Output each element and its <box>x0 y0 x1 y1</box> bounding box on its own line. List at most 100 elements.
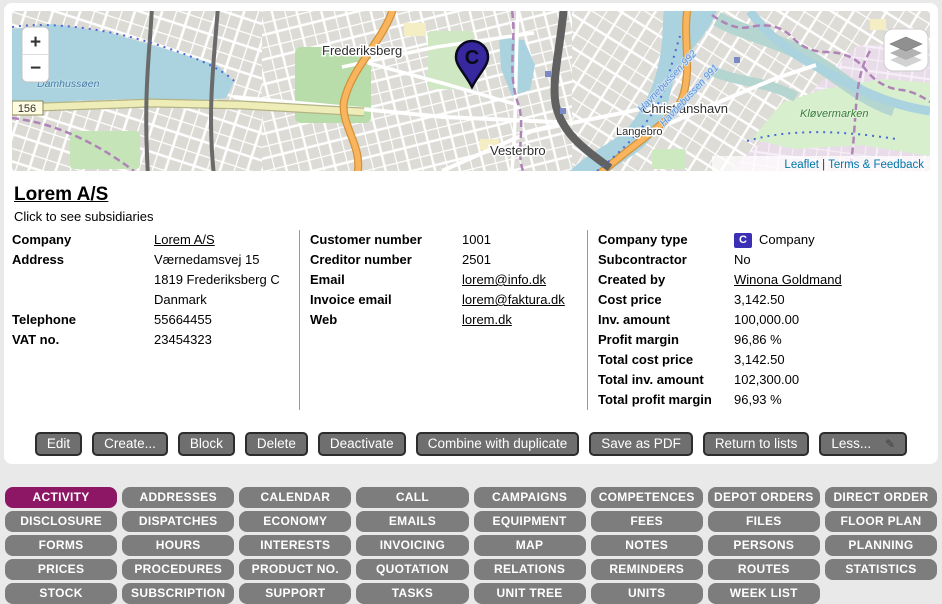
action-button-row: Edit Create... Block Delete Deactivate Combin… <box>12 432 930 456</box>
detail-label: Invoice email <box>310 290 462 310</box>
create-button[interactable]: Create... <box>92 432 168 456</box>
map-marker-letter: C <box>465 47 479 69</box>
tab-campaigns[interactable]: CAMPAIGNS <box>474 487 586 508</box>
page-title[interactable]: Lorem A/S <box>14 184 108 206</box>
detail-value: Winona Goldmand <box>734 270 842 290</box>
company-type-badge: C <box>734 233 752 248</box>
detail-label: Inv. amount <box>598 310 734 330</box>
attribution-separator: | <box>819 159 828 171</box>
map-label-klovermarken: Kløvermarken <box>800 108 868 120</box>
detail-row: Creditor number2501 <box>310 250 587 270</box>
detail-label: Creditor number <box>310 250 462 270</box>
tab-files[interactable]: FILES <box>708 511 820 532</box>
layers-control-button[interactable] <box>884 29 928 71</box>
detail-text: 3,142.50 <box>734 292 785 307</box>
tab-unit-tree[interactable]: UNIT TREE <box>474 583 586 604</box>
detail-label: Web <box>310 310 462 330</box>
address-line: Værnedamsvej 15 <box>154 250 280 270</box>
tab-tasks[interactable]: TASKS <box>356 583 468 604</box>
detail-row: Emaillorem@info.dk <box>310 270 587 290</box>
terms-feedback-link[interactable]: Terms & Feedback <box>828 159 924 171</box>
detail-label: Subcontractor <box>598 250 734 270</box>
tab-disclosure[interactable]: DISCLOSURE <box>5 511 117 532</box>
tab-economy[interactable]: ECONOMY <box>239 511 351 532</box>
tab-notes[interactable]: NOTES <box>591 535 703 556</box>
tab-week-list[interactable]: WEEK LIST <box>708 583 820 604</box>
details-column-3: Company typeCCompanySubcontractorNoCreat… <box>587 230 930 410</box>
detail-value: 96,86 % <box>734 330 782 350</box>
detail-text: 1001 <box>462 232 491 247</box>
tab-routes[interactable]: ROUTES <box>708 559 820 580</box>
action-button-label: Delete <box>257 436 296 451</box>
tab-interests[interactable]: INTERESTS <box>239 535 351 556</box>
tab-direct-order[interactable]: DIRECT ORDER <box>825 487 937 508</box>
tab-forms[interactable]: FORMS <box>5 535 117 556</box>
tab-emails[interactable]: EMAILS <box>356 511 468 532</box>
combine-with-duplicate-button[interactable]: Combine with duplicate <box>416 432 580 456</box>
leaflet-link[interactable]: Leaflet <box>784 159 819 171</box>
tab-quotation[interactable]: QUOTATION <box>356 559 468 580</box>
tab-support[interactable]: SUPPORT <box>239 583 351 604</box>
svg-text:156: 156 <box>18 103 36 115</box>
tab-fees[interactable]: FEES <box>591 511 703 532</box>
tab-reminders[interactable]: REMINDERS <box>591 559 703 580</box>
deactivate-button[interactable]: Deactivate <box>318 432 406 456</box>
map-label-frederiksberg: Frederiksberg <box>322 43 402 58</box>
pencil-icon: ✎ <box>885 437 895 451</box>
tab-depot-orders[interactable]: DEPOT ORDERS <box>708 487 820 508</box>
action-button-label: Deactivate <box>330 436 394 451</box>
svg-text:Leaflet | Terms & Feedback: Leaflet | Terms & Feedback <box>784 159 924 171</box>
detail-label: Cost price <box>598 290 734 310</box>
save-as-pdf-button[interactable]: Save as PDF <box>589 432 693 456</box>
tab-map[interactable]: MAP <box>474 535 586 556</box>
tab-stock[interactable]: STOCK <box>5 583 117 604</box>
zoom-in-button[interactable]: + <box>30 32 41 53</box>
tab-persons[interactable]: PERSONS <box>708 535 820 556</box>
tab-planning[interactable]: PLANNING <box>825 535 937 556</box>
detail-value: Lorem A/S <box>154 230 215 250</box>
tab-invoicing[interactable]: INVOICING <box>356 535 468 556</box>
detail-value: 100,000.00 <box>734 310 799 330</box>
detail-label: Profit margin <box>598 330 734 350</box>
detail-value: lorem@faktura.dk <box>462 290 565 310</box>
tab-units[interactable]: UNITS <box>591 583 703 604</box>
detail-link-email[interactable]: lorem@info.dk <box>462 272 546 287</box>
tab-relations[interactable]: RELATIONS <box>474 559 586 580</box>
svg-text:+: + <box>30 32 41 53</box>
detail-value: lorem@info.dk <box>462 270 546 290</box>
edit-button[interactable]: Edit <box>35 432 82 456</box>
detail-row: Profit margin96,86 % <box>598 330 930 350</box>
detail-link-company[interactable]: Lorem A/S <box>154 232 215 247</box>
tab-call[interactable]: CALL <box>356 487 468 508</box>
detail-text: 96,86 % <box>734 332 782 347</box>
subsidiaries-hint[interactable]: Click to see subsidiaries <box>14 209 930 224</box>
tab-competences[interactable]: COMPETENCES <box>591 487 703 508</box>
tab-procedures[interactable]: PROCEDURES <box>122 559 234 580</box>
tab-floor-plan[interactable]: FLOOR PLAN <box>825 511 937 532</box>
detail-link-created-by[interactable]: Winona Goldmand <box>734 272 842 287</box>
tab-statistics[interactable]: STATISTICS <box>825 559 937 580</box>
tab-hours[interactable]: HOURS <box>122 535 234 556</box>
zoom-out-button[interactable]: − <box>30 58 41 79</box>
detail-row: SubcontractorNo <box>598 250 930 270</box>
tab-product-no[interactable]: PRODUCT NO. <box>239 559 351 580</box>
tab-activity[interactable]: ACTIVITY <box>5 487 117 508</box>
tab-addresses[interactable]: ADDRESSES <box>122 487 234 508</box>
tab-equipment[interactable]: EQUIPMENT <box>474 511 586 532</box>
tab-dispatches[interactable]: DISPATCHES <box>122 511 234 532</box>
block-button[interactable]: Block <box>178 432 235 456</box>
detail-value: lorem.dk <box>462 310 512 330</box>
detail-link-web[interactable]: lorem.dk <box>462 312 512 327</box>
tab-subscription[interactable]: SUBSCRIPTION <box>122 583 234 604</box>
delete-button[interactable]: Delete <box>245 432 308 456</box>
tab-calendar[interactable]: CALENDAR <box>239 487 351 508</box>
detail-label: Address <box>12 250 154 310</box>
tab-prices[interactable]: PRICES <box>5 559 117 580</box>
return-to-lists-button[interactable]: Return to lists <box>703 432 810 456</box>
detail-row: Telephone55664455 <box>12 310 299 330</box>
detail-label: Company <box>12 230 154 250</box>
map[interactable]: 156 Damhussøen Frederiksberg Vesterbro C… <box>12 11 930 171</box>
detail-label: VAT no. <box>12 330 154 350</box>
detail-link-invoice-email[interactable]: lorem@faktura.dk <box>462 292 565 307</box>
less-button[interactable]: Less...✎ <box>819 432 907 456</box>
